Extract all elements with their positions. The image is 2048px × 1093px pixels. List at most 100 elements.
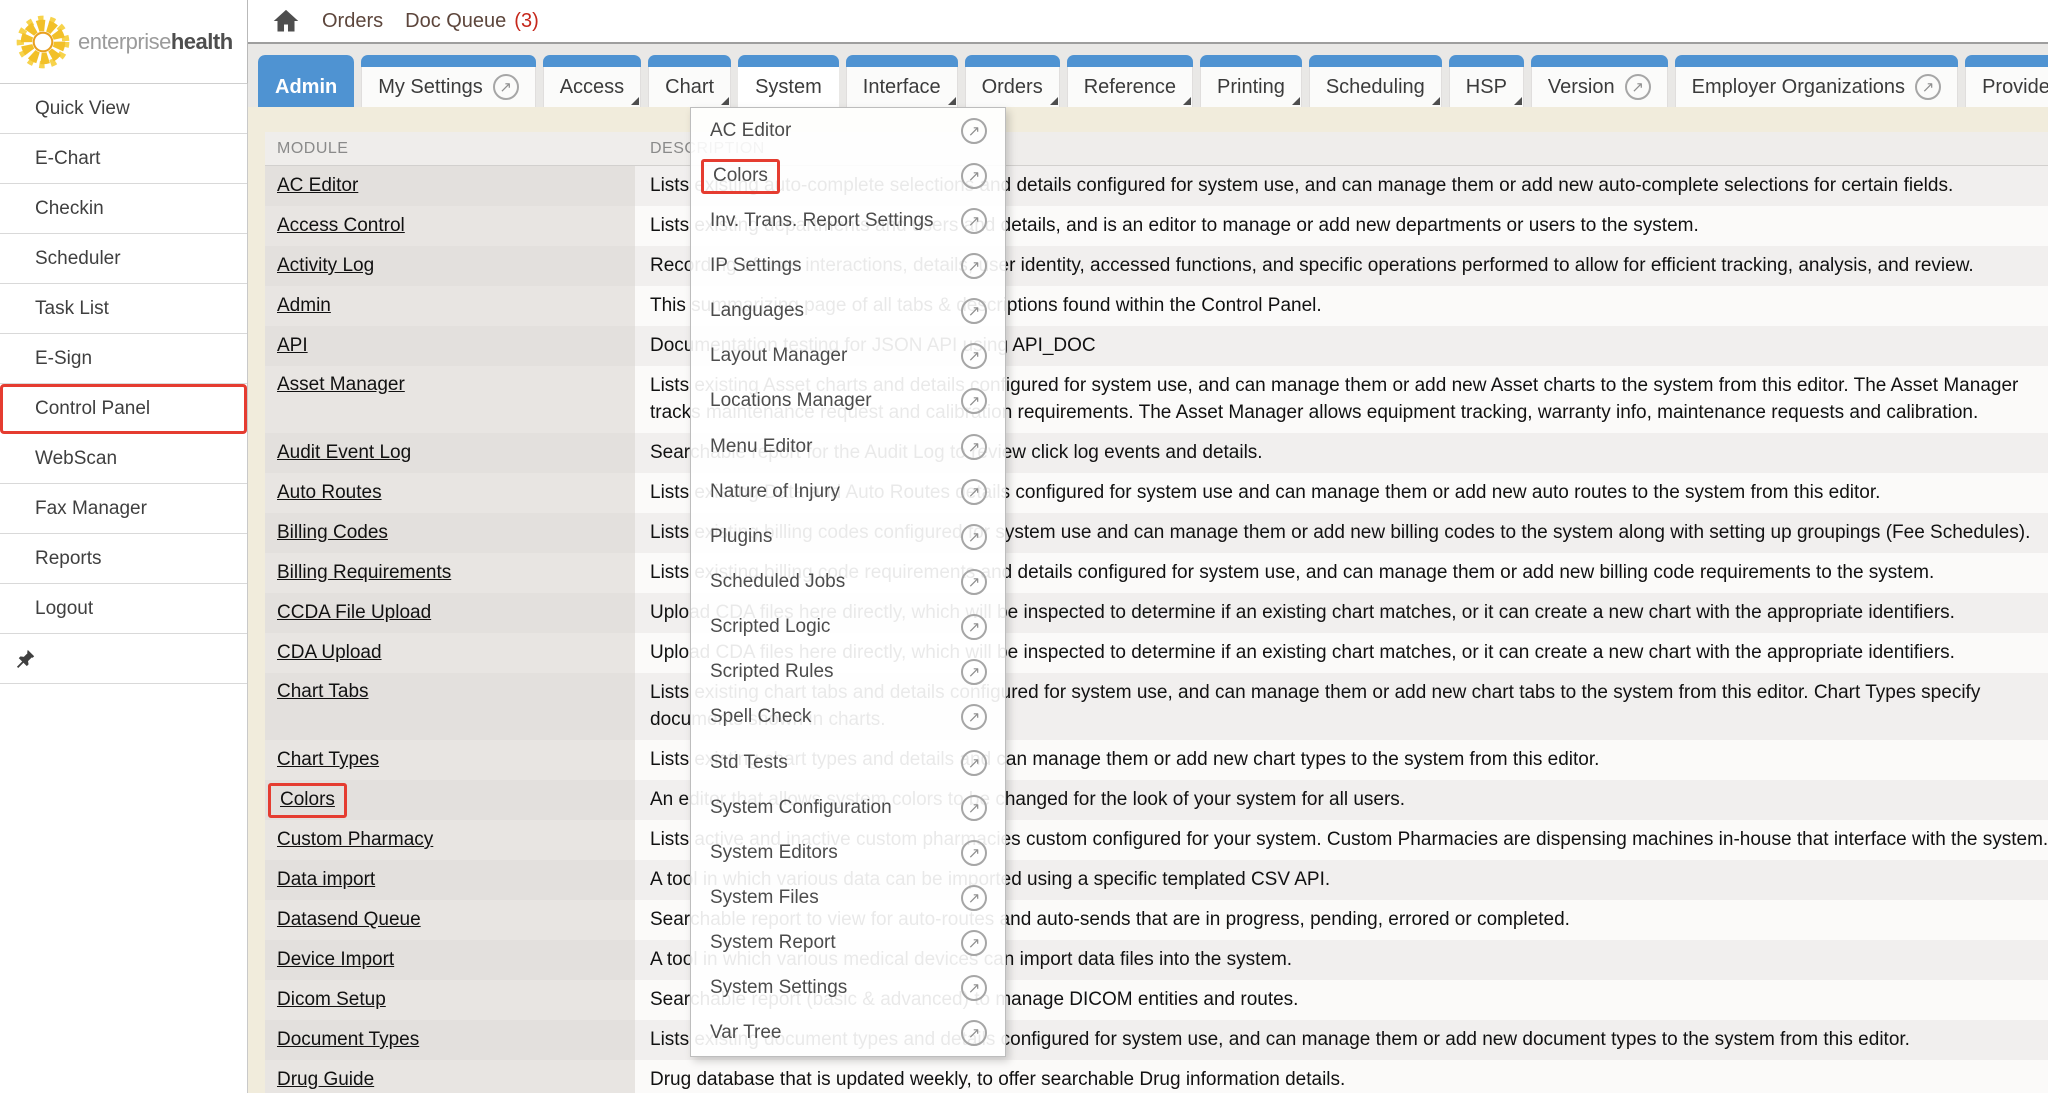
sidebar-item-webscan[interactable]: WebScan [0,434,247,484]
sidebar-item-label: Checkin [35,198,104,220]
module-link[interactable]: Document Types [277,1029,419,1051]
sidebar-item-label: WebScan [35,448,117,470]
tab-provider-management[interactable]: Provider Management ↗ [1965,55,2048,107]
module-link[interactable]: Activity Log [277,255,374,277]
tab-printing[interactable]: Printing [1200,55,1302,107]
sidebar-item-checkin[interactable]: Checkin [0,184,247,234]
dropdown-item-menu-editor[interactable]: Menu Editor ↗ [691,424,1005,469]
tab-interface[interactable]: Interface [846,55,958,107]
module-cell: Asset Manager [265,366,635,433]
module-link[interactable]: Custom Pharmacy [277,829,433,851]
module-link[interactable]: Asset Manager [277,374,405,396]
dropdown-item-languages[interactable]: Languages ↗ [691,289,1005,334]
module-link[interactable]: CDA Upload [277,642,382,664]
dropdown-item-system-configuration[interactable]: System Configuration ↗ [691,785,1005,830]
breadcrumb-orders[interactable]: Orders [322,10,383,33]
dropdown-item-label: System Configuration [710,797,892,819]
dropdown-item-inv-trans-report-settings[interactable]: Inv. Trans. Report Settings ↗ [691,198,1005,243]
module-link[interactable]: AC Editor [277,175,358,197]
tab-accent-cap [1531,55,1668,67]
tab-reference[interactable]: Reference [1067,55,1193,107]
control-panel-content: MODULE DESCRIPTION AC Editor Lists exist… [248,107,2048,1093]
module-link[interactable]: Dicom Setup [277,989,386,1011]
module-link[interactable]: CCDA File Upload [277,602,431,624]
table-row: Device Import A tool in which various me… [265,940,2048,980]
sidebar-item-scheduler[interactable]: Scheduler [0,234,247,284]
brand-name: enterprisehealth [78,29,233,55]
module-link[interactable]: Access Control [277,215,405,237]
module-link[interactable]: Billing Codes [277,522,388,544]
module-link[interactable]: Device Import [277,949,394,971]
sidebar-item-label: Reports [35,548,102,570]
module-link[interactable]: Data import [277,869,375,891]
tab-employer-organizations[interactable]: Employer Organizations ↗ [1675,55,1958,107]
module-link[interactable]: Datasend Queue [277,909,421,931]
dropdown-item-layout-manager[interactable]: Layout Manager ↗ [691,334,1005,379]
brand-health: health [171,29,233,54]
tab-hsp[interactable]: HSP [1449,55,1524,107]
external-link-icon: ↗ [961,163,987,189]
sidebar-item-e-sign[interactable]: E-Sign [0,334,247,384]
module-cell: Datasend Queue [265,900,635,940]
dropdown-item-colors[interactable]: Colors ↗ [691,153,1005,198]
sidebar-item-reports[interactable]: Reports [0,534,247,584]
module-link[interactable]: Billing Requirements [277,562,451,584]
module-link[interactable]: Audit Event Log [277,442,411,464]
breadcrumb-doc-queue[interactable]: Doc Queue [405,10,506,33]
external-link-icon: ↗ [961,885,987,911]
dropdown-item-system-report[interactable]: System Report ↗ [691,921,1005,966]
sidebar-item-control-panel[interactable]: Control Panel [0,384,247,434]
module-cell: CCDA File Upload [265,593,635,633]
module-link[interactable]: API [277,335,308,357]
pushpin-icon[interactable] [14,648,36,670]
dropdown-item-scheduled-jobs[interactable]: Scheduled Jobs ↗ [691,559,1005,604]
module-cell: Access Control [265,206,635,246]
tab-scheduling[interactable]: Scheduling [1309,55,1442,107]
dropdown-item-nature-of-injury[interactable]: Nature of Injury ↗ [691,469,1005,514]
dropdown-item-system-settings[interactable]: System Settings ↗ [691,966,1005,1011]
external-link-icon: ↗ [961,750,987,776]
dropdown-caret-icon [721,97,729,105]
tab-admin[interactable]: Admin [258,55,354,107]
sidebar-item-task-list[interactable]: Task List [0,284,247,334]
module-link[interactable]: Chart Types [277,749,379,771]
tab-accent-cap [648,55,731,67]
module-cell: Data import [265,860,635,900]
module-cell: Custom Pharmacy [265,820,635,860]
module-link[interactable]: Colors [268,783,347,818]
dropdown-item-label: AC Editor [710,120,791,142]
module-link[interactable]: Drug Guide [277,1069,374,1091]
dropdown-item-plugins[interactable]: Plugins ↗ [691,514,1005,559]
dropdown-item-scripted-logic[interactable]: Scripted Logic ↗ [691,605,1005,650]
home-icon[interactable] [272,7,300,35]
dropdown-item-ac-editor[interactable]: AC Editor ↗ [691,108,1005,153]
external-link-icon: ↗ [961,434,987,460]
tab-version[interactable]: Version ↗ [1531,55,1668,107]
tab-chart[interactable]: Chart [648,55,731,107]
dropdown-item-var-tree[interactable]: Var Tree ↗ [691,1011,1005,1056]
tab-orders[interactable]: Orders [965,55,1060,107]
dropdown-item-scripted-rules[interactable]: Scripted Rules ↗ [691,650,1005,695]
dropdown-caret-icon [1292,97,1300,105]
dropdown-item-system-files[interactable]: System Files ↗ [691,875,1005,920]
table-row: Asset Manager Lists existing Asset chart… [265,366,2048,433]
dropdown-item-label: Inv. Trans. Report Settings [710,210,934,232]
dropdown-item-label: Languages [710,300,804,322]
module-cell: Drug Guide [265,1060,635,1093]
module-link[interactable]: Chart Tabs [277,681,369,703]
sidebar-item-e-chart[interactable]: E-Chart [0,134,247,184]
table-header-row: MODULE DESCRIPTION [265,132,2048,166]
sidebar-item-fax-manager[interactable]: Fax Manager [0,484,247,534]
module-link[interactable]: Admin [277,295,331,317]
tab-system[interactable]: System [738,55,839,107]
module-link[interactable]: Auto Routes [277,482,382,504]
sidebar-item-quick-view[interactable]: Quick View [0,84,247,134]
dropdown-item-spell-check[interactable]: Spell Check ↗ [691,695,1005,740]
dropdown-item-system-editors[interactable]: System Editors ↗ [691,830,1005,875]
dropdown-item-std-tests[interactable]: Std Tests ↗ [691,740,1005,785]
tab-access[interactable]: Access [543,55,641,107]
dropdown-item-ip-settings[interactable]: IP Settings ↗ [691,243,1005,288]
tab-my-settings[interactable]: My Settings ↗ [361,55,535,107]
sidebar-item-logout[interactable]: Logout [0,584,247,634]
dropdown-item-locations-manager[interactable]: Locations Manager ↗ [691,379,1005,424]
